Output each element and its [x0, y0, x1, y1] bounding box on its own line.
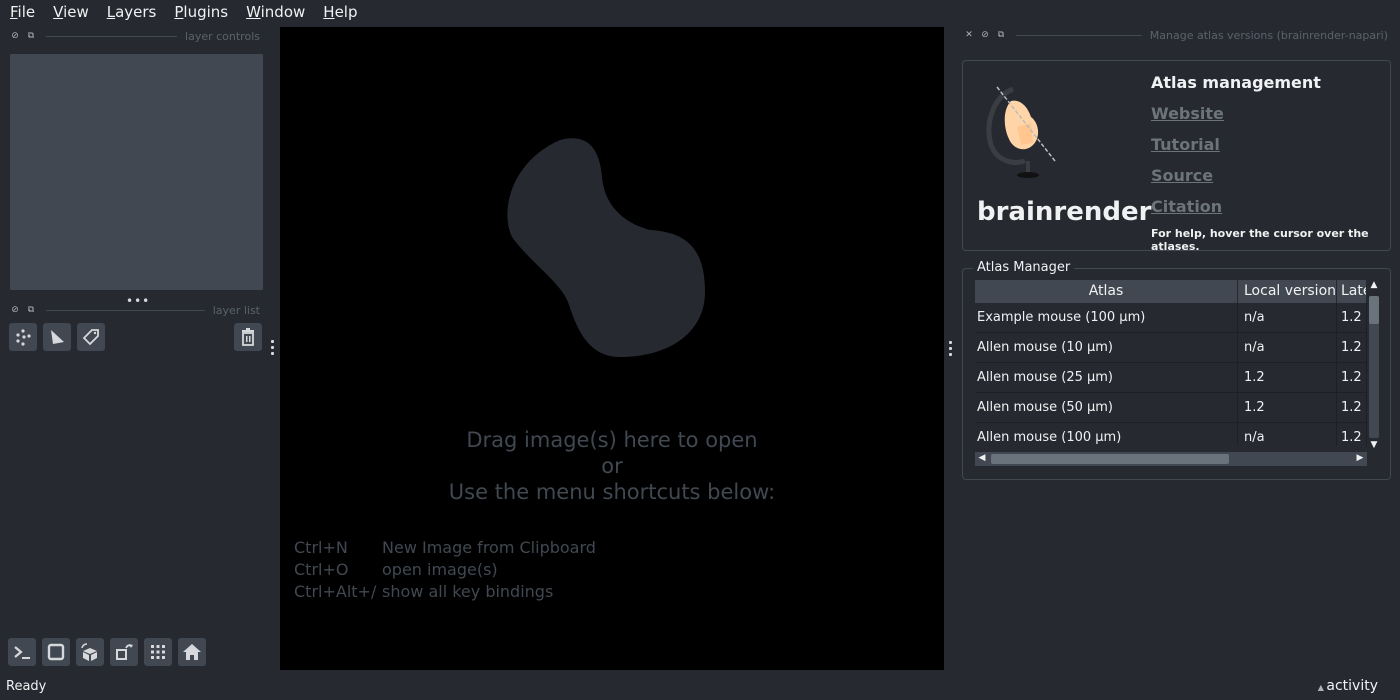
plugin-dock-title-bar: ✕ ⊘ ⧉ Manage atlas versions (brainrender… [964, 27, 1388, 43]
scroll-left-icon[interactable]: ◀ [975, 453, 989, 463]
table-row[interactable]: Allen mouse (10 μm) n/a 1.2 [975, 333, 1367, 363]
transpose-button[interactable] [110, 638, 138, 666]
scroll-down-icon[interactable]: ▼ [1367, 440, 1381, 450]
shortcut-list: Ctrl+N New Image from Clipboard Ctrl+O ope… [294, 537, 596, 603]
viewer-canvas[interactable]: Drag image(s) here to open or Use the me… [280, 27, 944, 670]
left-dock: ⊘ ⧉ layer controls ••• ⊘ ⧉ layer list [0, 26, 275, 670]
shapes-icon [51, 330, 64, 344]
shortcut-row: Ctrl+N New Image from Clipboard [294, 538, 596, 557]
menu-file[interactable]: File [0, 0, 43, 24]
right-splitter-handle[interactable] [949, 341, 953, 356]
terminal-icon [14, 646, 30, 659]
website-link[interactable]: Website [1151, 104, 1224, 123]
help-text: For help, hover the cursor over the atla… [1151, 227, 1369, 253]
menubar: File View Layers Plugins Window Help [0, 0, 1400, 24]
transpose-icon [116, 644, 133, 660]
table-header: Atlas Local version Latest version [975, 280, 1367, 303]
napari-logo-icon [507, 138, 705, 357]
roll-dimensions-button[interactable] [76, 638, 104, 666]
column-header-local-version[interactable]: Local version [1238, 280, 1337, 303]
menu-window[interactable]: Window [236, 0, 313, 24]
table-row[interactable]: Allen mouse (25 μm) 1.2 1.2 [975, 363, 1367, 393]
welcome-message: Drag image(s) here to open or Use the me… [280, 427, 944, 505]
trash-icon [242, 328, 254, 346]
new-points-layer-button[interactable] [9, 323, 37, 351]
menu-view[interactable]: View [43, 0, 97, 24]
menu-plugins[interactable]: Plugins [164, 0, 236, 24]
cube-rotate-icon [81, 643, 97, 661]
new-labels-layer-button[interactable] [77, 323, 105, 351]
welcome-line-3: Use the menu shortcuts below: [448, 480, 776, 504]
menu-layers[interactable]: Layers [97, 0, 165, 24]
layer-list-title-bar: ⊘ ⧉ layer list [10, 302, 260, 318]
welcome-line-1: Drag image(s) here to open [466, 428, 758, 452]
float-icon[interactable]: ⧉ [26, 31, 36, 41]
column-header-latest-version[interactable]: Latest version [1337, 280, 1367, 303]
hide-icon[interactable]: ⊘ [10, 305, 20, 315]
brainrender-logo-icon [986, 86, 1056, 178]
hide-icon[interactable]: ⊘ [980, 30, 990, 40]
vertical-scrollbar[interactable]: ▲ ▼ [1367, 280, 1381, 456]
table-row[interactable]: Allen mouse (100 μm) n/a 1.2 [975, 423, 1367, 446]
grid-icon [151, 645, 165, 659]
info-title: Atlas management [1151, 73, 1321, 92]
source-link[interactable]: Source [1151, 166, 1213, 185]
hide-icon[interactable]: ⊘ [10, 31, 20, 41]
shortcut-row: Ctrl+Alt+/show all key bindings [294, 582, 554, 601]
header-panel: brainrender Atlas management Website Tut… [962, 60, 1391, 253]
points-icon [16, 329, 31, 346]
atlas-table: Atlas Local version Latest version Examp… [975, 280, 1367, 446]
title-divider [46, 309, 205, 311]
grid-view-button[interactable] [144, 638, 172, 666]
title-divider [1016, 34, 1142, 36]
horizontal-scrollbar[interactable]: ◀ ▶ [975, 452, 1367, 466]
status-bar: Ready ▲ activity [0, 676, 1400, 700]
scroll-thumb[interactable] [1369, 296, 1379, 324]
square-icon [47, 643, 65, 661]
plugin-dock-title: Manage atlas versions (brainrender-napar… [1149, 28, 1388, 42]
layer-controls-area [10, 54, 263, 290]
atlas-manager-group: Atlas Manager Atlas Local version Latest… [962, 260, 1391, 480]
home-button[interactable] [178, 638, 206, 666]
float-icon[interactable]: ⧉ [26, 305, 36, 315]
layer-controls-title-bar: ⊘ ⧉ layer controls [10, 28, 260, 44]
home-icon [183, 644, 201, 660]
brand-name: brainrender [977, 197, 1152, 227]
table-row[interactable]: Allen mouse (50 μm) 1.2 1.2 [975, 393, 1367, 423]
tutorial-link[interactable]: Tutorial [1151, 135, 1220, 154]
citation-link[interactable]: Citation [1151, 197, 1222, 216]
float-icon[interactable]: ⧉ [996, 30, 1006, 40]
shortcut-row: Ctrl+O open image(s) [294, 560, 498, 579]
table-row[interactable]: Example mouse (100 μm) n/a 1.2 [975, 303, 1367, 333]
menu-help[interactable]: Help [313, 0, 365, 24]
left-splitter-handle[interactable] [271, 340, 275, 355]
right-dock: ✕ ⊘ ⧉ Manage atlas versions (brainrender… [956, 26, 1400, 670]
scroll-thumb[interactable] [991, 454, 1229, 464]
delete-layer-button[interactable] [234, 323, 262, 351]
scroll-right-icon[interactable]: ▶ [1353, 453, 1367, 463]
column-header-atlas[interactable]: Atlas [975, 280, 1238, 303]
viewer-buttons [8, 638, 206, 666]
welcome-line-2: or [601, 454, 623, 478]
console-button[interactable] [8, 638, 36, 666]
activity-button[interactable]: ▲ activity [1318, 678, 1378, 694]
new-shapes-layer-button[interactable] [43, 323, 71, 351]
label-tag-icon [82, 329, 99, 346]
atlas-manager-title: Atlas Manager [973, 260, 1075, 275]
status-text: Ready [6, 679, 47, 694]
close-icon[interactable]: ✕ [964, 30, 974, 40]
scroll-up-icon[interactable]: ▲ [1367, 280, 1381, 290]
title-divider [46, 35, 178, 37]
ndisplay-button[interactable] [42, 638, 70, 666]
layer-controls-title: layer controls [185, 29, 260, 43]
layer-list-title: layer list [212, 303, 260, 317]
